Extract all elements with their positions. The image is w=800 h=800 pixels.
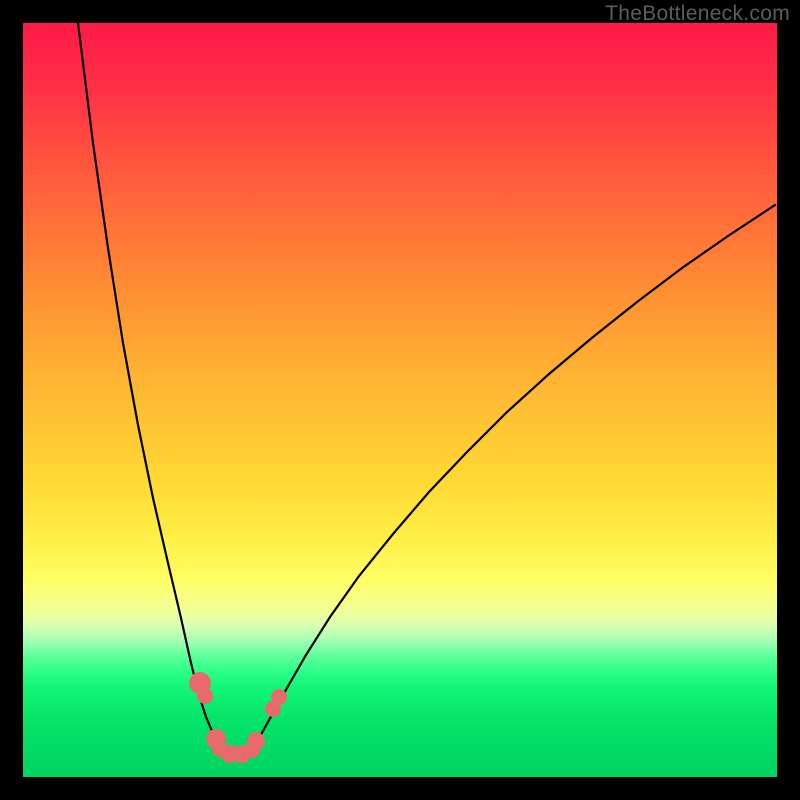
marker-point [271, 689, 287, 705]
watermark-text: TheBottleneck.com [605, 2, 790, 26]
marker-point [197, 688, 213, 704]
curves-svg [23, 23, 777, 777]
curve-left-curve [78, 23, 223, 751]
curve-right-curve [251, 205, 775, 751]
chart-canvas [23, 23, 777, 777]
marker-point [247, 732, 265, 750]
